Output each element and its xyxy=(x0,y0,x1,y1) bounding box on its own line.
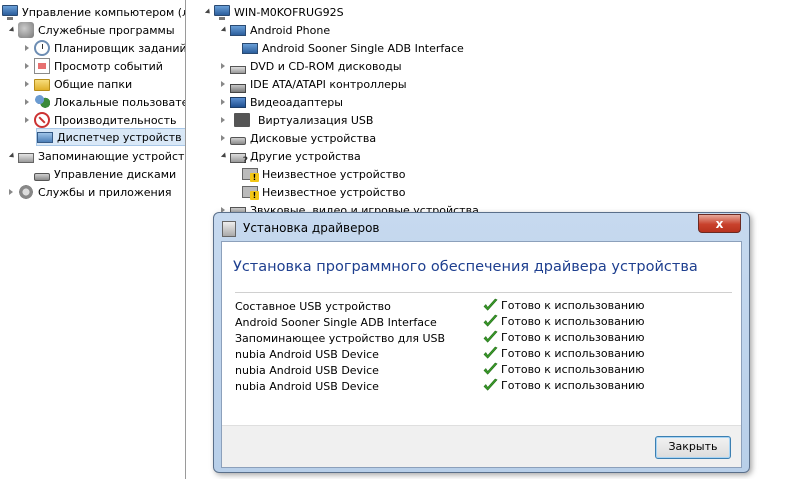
dvd-icon xyxy=(230,66,246,74)
expand-arrow-icon[interactable] xyxy=(218,25,228,35)
device-category-dvd[interactable]: DVD и CD-ROM дисководы xyxy=(218,57,402,75)
other-devices-icon xyxy=(230,153,248,166)
expand-arrow-icon[interactable] xyxy=(218,133,228,143)
checkmark-icon xyxy=(483,378,498,391)
checkmark-icon xyxy=(483,330,498,343)
device-manager-icon xyxy=(37,131,53,143)
tree-item-disk-management[interactable]: Управление дисками xyxy=(34,165,176,183)
expand-arrow-icon[interactable] xyxy=(22,79,32,89)
device-status: Готово к использованию xyxy=(483,378,644,393)
expand-arrow-icon[interactable] xyxy=(22,97,32,107)
tree-item-storage[interactable]: Запоминающие устройст xyxy=(6,147,184,165)
tree-item-task-scheduler[interactable]: Планировщик заданий xyxy=(22,39,185,57)
expand-arrow-icon[interactable] xyxy=(22,43,32,53)
device-status: Готово к использованию xyxy=(483,298,644,313)
performance-icon xyxy=(34,112,50,128)
tree-item-device-manager[interactable]: Диспетчер устройств xyxy=(36,128,185,146)
tree-item-shared-folders[interactable]: Общие папки xyxy=(22,75,132,93)
checkmark-icon xyxy=(483,314,498,327)
device-status: Готово к использованию xyxy=(483,362,644,377)
expand-arrow-icon[interactable] xyxy=(22,61,32,71)
storage-icon xyxy=(18,153,34,163)
driver-row: nubia Android USB Device Готово к исполь… xyxy=(235,378,732,394)
folder-icon xyxy=(34,79,50,91)
device-name: Запоминающее устройство для USB xyxy=(235,332,446,345)
device-name: Составное USB устройство xyxy=(235,300,391,313)
unknown-device-icon xyxy=(242,168,259,182)
driver-row: nubia Android USB Device Готово к исполь… xyxy=(235,362,732,378)
device-name: nubia Android USB Device xyxy=(235,348,379,361)
device-item-unknown-1[interactable]: Неизвестное устройство xyxy=(242,165,405,183)
phone-icon xyxy=(230,24,246,36)
tree-item-event-viewer[interactable]: Просмотр событий xyxy=(22,57,163,75)
dialog-footer: Закрыть xyxy=(222,425,741,467)
dialog-title: Установка драйверов xyxy=(243,221,380,235)
expand-arrow-icon[interactable] xyxy=(6,187,16,197)
driver-install-dialog: Установка драйверов x Установка программ… xyxy=(213,212,750,473)
driver-row: Android Sooner Single ADB Interface Гото… xyxy=(235,314,732,330)
close-button[interactable]: Закрыть xyxy=(655,436,731,459)
services-icon xyxy=(18,184,34,200)
dialog-content: Установка программного обеспечения драйв… xyxy=(221,241,742,468)
device-status: Готово к использованию xyxy=(483,314,644,329)
tree-item-local-users[interactable]: Локальные пользовате xyxy=(22,93,185,111)
device-status: Готово к использованию xyxy=(483,346,644,361)
device-category-video[interactable]: Видеоадаптеры xyxy=(218,93,343,111)
device-tree-root[interactable]: WIN-M0KOFRUG92S xyxy=(202,3,344,21)
device-category-android-phone[interactable]: Android Phone xyxy=(218,21,330,39)
navigation-tree: Управление компьютером (л Служебные прог… xyxy=(0,0,186,479)
computer-icon xyxy=(2,4,18,20)
close-icon[interactable]: x xyxy=(698,214,741,233)
tree-item-performance[interactable]: Производительность xyxy=(22,111,177,129)
checkmark-icon xyxy=(483,298,498,311)
expand-arrow-icon[interactable] xyxy=(218,97,228,107)
clock-icon xyxy=(34,40,50,56)
device-item-unknown-2[interactable]: Неизвестное устройство xyxy=(242,183,405,201)
users-icon xyxy=(34,94,50,110)
driver-row: Запоминающее устройство для USB Готово к… xyxy=(235,330,732,346)
phone-device-icon xyxy=(242,42,258,54)
tools-icon xyxy=(18,22,34,38)
disk-icon xyxy=(34,173,50,181)
dialog-heading: Установка программного обеспечения драйв… xyxy=(233,259,698,275)
divider xyxy=(235,292,732,293)
computer-icon xyxy=(214,4,230,20)
expand-arrow-icon[interactable] xyxy=(218,115,228,125)
device-status: Готово к использованию xyxy=(483,330,644,345)
expand-arrow-icon[interactable] xyxy=(6,25,16,35)
tree-item-computer-management[interactable]: Управление компьютером (л xyxy=(2,3,185,21)
driver-row: Составное USB устройство Готово к исполь… xyxy=(235,298,732,314)
device-category-usb-virtualization[interactable]: Виртуализация USB xyxy=(218,111,373,129)
checkmark-icon xyxy=(483,362,498,375)
device-category-other[interactable]: Другие устройства xyxy=(218,147,361,166)
device-name: nubia Android USB Device xyxy=(235,380,379,393)
expand-arrow-icon[interactable] xyxy=(218,79,228,89)
checkmark-icon xyxy=(483,346,498,359)
device-category-ide[interactable]: IDE ATA/ATAPI контроллеры xyxy=(218,75,407,93)
device-name: nubia Android USB Device xyxy=(235,364,379,377)
ide-icon xyxy=(230,83,246,93)
dialog-titlebar[interactable]: Установка драйверов x xyxy=(214,213,749,241)
device-item-adb-interface[interactable]: Android Sooner Single ADB Interface xyxy=(242,39,464,57)
device-category-disk-drives[interactable]: Дисковые устройства xyxy=(218,129,376,147)
driver-row: nubia Android USB Device Готово к исполь… xyxy=(235,346,732,362)
tree-item-system-tools[interactable]: Служебные программы xyxy=(6,21,175,39)
event-log-icon xyxy=(34,58,50,74)
disk-drive-icon xyxy=(230,137,246,145)
expand-arrow-icon[interactable] xyxy=(218,61,228,71)
device-name: Android Sooner Single ADB Interface xyxy=(235,316,437,329)
expand-arrow-icon[interactable] xyxy=(22,115,32,125)
tree-item-services-applications[interactable]: Службы и приложения xyxy=(6,183,171,201)
expand-arrow-icon[interactable] xyxy=(218,151,228,161)
unknown-device-icon xyxy=(242,186,259,200)
device-install-icon xyxy=(222,221,236,237)
video-icon xyxy=(230,96,246,108)
usb-icon xyxy=(234,113,250,127)
expand-arrow-icon[interactable] xyxy=(6,151,16,161)
expand-arrow-icon[interactable] xyxy=(202,7,212,17)
